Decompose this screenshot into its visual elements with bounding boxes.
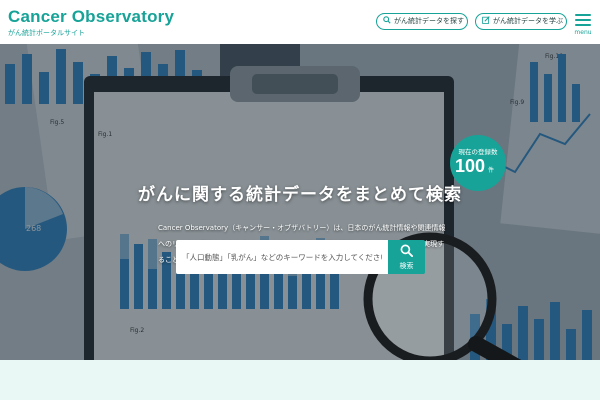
- badge-count: 100: [455, 156, 486, 176]
- hamburger-icon: [575, 14, 591, 16]
- content-section-top: [0, 360, 600, 400]
- search-icon: [400, 244, 413, 257]
- find-data-button[interactable]: がん統計データを探す: [376, 13, 468, 30]
- site-header: Cancer Observatory がん統計ポータルサイト がん統計データを探…: [0, 0, 600, 44]
- hamburger-bar: [575, 24, 591, 26]
- search-icon: [383, 13, 391, 30]
- edit-icon: [482, 13, 490, 30]
- registered-count-badge: 現在の登録数 100 件: [450, 135, 506, 191]
- site-logo[interactable]: Cancer Observatory がん統計ポータルサイト: [8, 7, 175, 38]
- badge-label: 現在の登録数: [458, 148, 498, 156]
- keyword-search: 検索: [176, 240, 425, 274]
- search-button-label: 検索: [399, 262, 414, 270]
- search-button[interactable]: 検索: [388, 240, 425, 274]
- logo-title: Cancer Observatory: [8, 7, 175, 26]
- hamburger-bar: [575, 19, 591, 21]
- hero-section: 268 Fig.5 Fig.1 Fig.10 Fig.2 Fig.9: [0, 44, 600, 360]
- search-input[interactable]: [176, 240, 388, 274]
- hero-title: がんに関する統計データをまとめて検索: [138, 185, 462, 205]
- badge-unit: 件: [488, 167, 495, 174]
- find-data-label: がん統計データを探す: [394, 17, 464, 25]
- menu-button[interactable]: menu: [573, 12, 593, 36]
- menu-label: menu: [574, 29, 592, 36]
- learn-data-label: がん統計データを学ぶ: [493, 17, 563, 25]
- logo-subtitle: がん統計ポータルサイト: [8, 29, 85, 37]
- learn-data-button[interactable]: がん統計データを学ぶ: [475, 13, 567, 30]
